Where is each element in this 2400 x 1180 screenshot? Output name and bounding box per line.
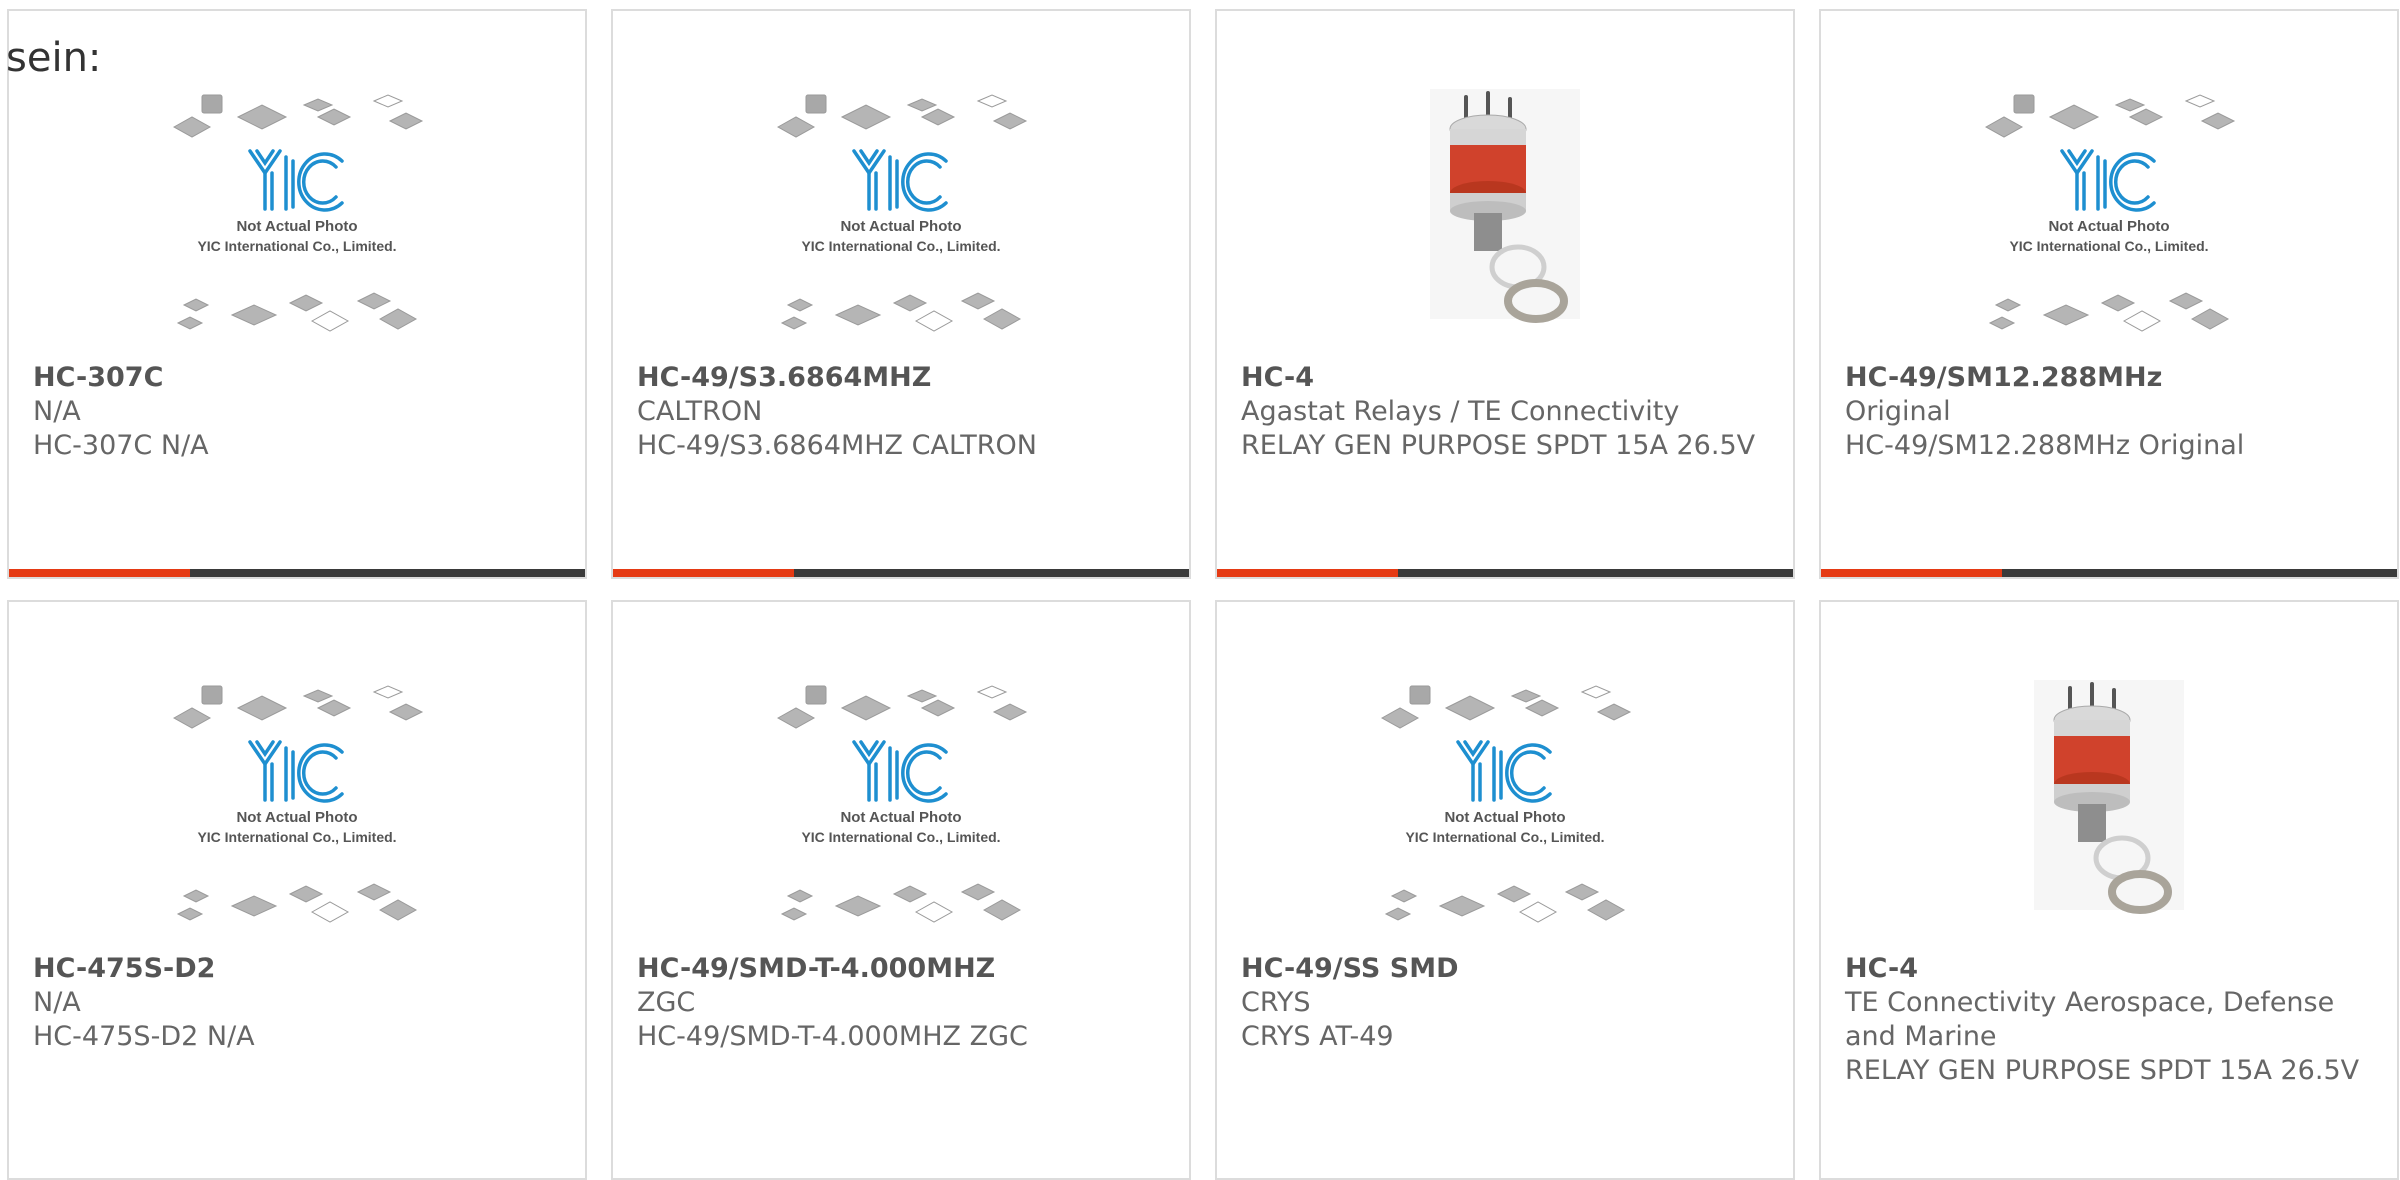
product-card[interactable]: Not Actual Photo YIC International Co., …: [611, 9, 1191, 579]
part-number[interactable]: HC-49/SMD-T-4.000MHZ: [637, 952, 1169, 986]
yic-placeholder-image: Not Actual Photo YIC International Co., …: [172, 685, 424, 923]
placeholder-caption: Not Actual Photo: [840, 218, 961, 235]
placeholder-company: YIC International Co., Limited.: [197, 238, 396, 254]
relay-photo: [2034, 680, 2184, 914]
product-card[interactable]: Not Actual Photo YIC International Co., …: [1819, 9, 2399, 579]
accent-bar-segment: [1821, 569, 2003, 577]
relay-photo: [1430, 89, 1580, 323]
description: HC-307C N/A: [33, 430, 209, 461]
placeholder-caption: Not Actual Photo: [236, 218, 357, 235]
card-accent-bar: [1821, 569, 2397, 577]
placeholder-caption: Not Actual Photo: [840, 809, 961, 826]
product-card[interactable]: Not Actual Photo YIC International Co., …: [7, 9, 587, 579]
part-number[interactable]: HC-49/S3.6864MHZ: [637, 361, 1169, 395]
description: HC-475S-D2 N/A: [33, 1021, 255, 1052]
placeholder-company: YIC International Co., Limited.: [801, 829, 1000, 845]
description: HC-49/S3.6864MHZ CALTRON: [637, 430, 1037, 461]
placeholder-caption: Not Actual Photo: [1444, 809, 1565, 826]
yic-placeholder-image: Not Actual Photo YIC International Co., …: [776, 94, 1028, 332]
description: CRYS AT-49: [1241, 1021, 1394, 1052]
product-grid: Not Actual Photo YIC International Co., …: [0, 0, 2400, 1180]
manufacturer: CALTRON: [637, 396, 763, 427]
part-number[interactable]: HC-475S-D2: [33, 952, 565, 986]
yic-placeholder-image: Not Actual Photo YIC International Co., …: [776, 685, 1028, 923]
part-number[interactable]: HC-49/SM12.288MHz: [1845, 361, 2377, 395]
accent-bar-segment: [1217, 569, 1399, 577]
accent-bar-segment: [9, 569, 191, 577]
part-number[interactable]: HC-307C: [33, 361, 565, 395]
part-number[interactable]: HC-4: [1845, 952, 2377, 986]
manufacturer: N/A: [33, 396, 81, 427]
description: HC-49/SM12.288MHz Original: [1845, 430, 2245, 461]
placeholder-company: YIC International Co., Limited.: [1405, 829, 1604, 845]
placeholder-company: YIC International Co., Limited.: [801, 238, 1000, 254]
product-card[interactable]: Not Actual Photo YIC International Co., …: [611, 600, 1191, 1180]
part-number[interactable]: HC-4: [1241, 361, 1773, 395]
intro-text: sein:: [6, 35, 102, 81]
placeholder-company: YIC International Co., Limited.: [197, 829, 396, 845]
description: RELAY GEN PURPOSE SPDT 15A 26.5V: [1845, 1055, 2360, 1086]
part-number[interactable]: HC-49/SS SMD: [1241, 952, 1773, 986]
manufacturer: ZGC: [637, 987, 696, 1018]
product-card[interactable]: HC-4 TE Connectivity Aerospace, Defense …: [1819, 600, 2399, 1180]
manufacturer: N/A: [33, 987, 81, 1018]
card-accent-bar: [1217, 569, 1793, 577]
product-card[interactable]: Not Actual Photo YIC International Co., …: [1215, 600, 1795, 1180]
manufacturer: Original: [1845, 396, 1951, 427]
manufacturer: Agastat Relays / TE Connectivity: [1241, 396, 1680, 427]
card-accent-bar: [613, 569, 1189, 577]
accent-bar-segment: [613, 569, 795, 577]
placeholder-caption: Not Actual Photo: [2048, 218, 2169, 235]
yic-placeholder-image: Not Actual Photo YIC International Co., …: [172, 94, 424, 332]
card-accent-bar: [9, 569, 585, 577]
placeholder-caption: Not Actual Photo: [236, 809, 357, 826]
product-card[interactable]: Not Actual Photo YIC International Co., …: [7, 600, 587, 1180]
product-card[interactable]: HC-4 Agastat Relays / TE Connectivity RE…: [1215, 9, 1795, 579]
placeholder-company: YIC International Co., Limited.: [2009, 238, 2208, 254]
yic-placeholder-image: Not Actual Photo YIC International Co., …: [1984, 94, 2236, 332]
description: HC-49/SMD-T-4.000MHZ ZGC: [637, 1021, 1028, 1052]
manufacturer: TE Connectivity Aerospace, Defense and M…: [1845, 987, 2335, 1052]
yic-placeholder-image: Not Actual Photo YIC International Co., …: [1380, 685, 1632, 923]
manufacturer: CRYS: [1241, 987, 1311, 1018]
description: RELAY GEN PURPOSE SPDT 15A 26.5V: [1241, 430, 1756, 461]
